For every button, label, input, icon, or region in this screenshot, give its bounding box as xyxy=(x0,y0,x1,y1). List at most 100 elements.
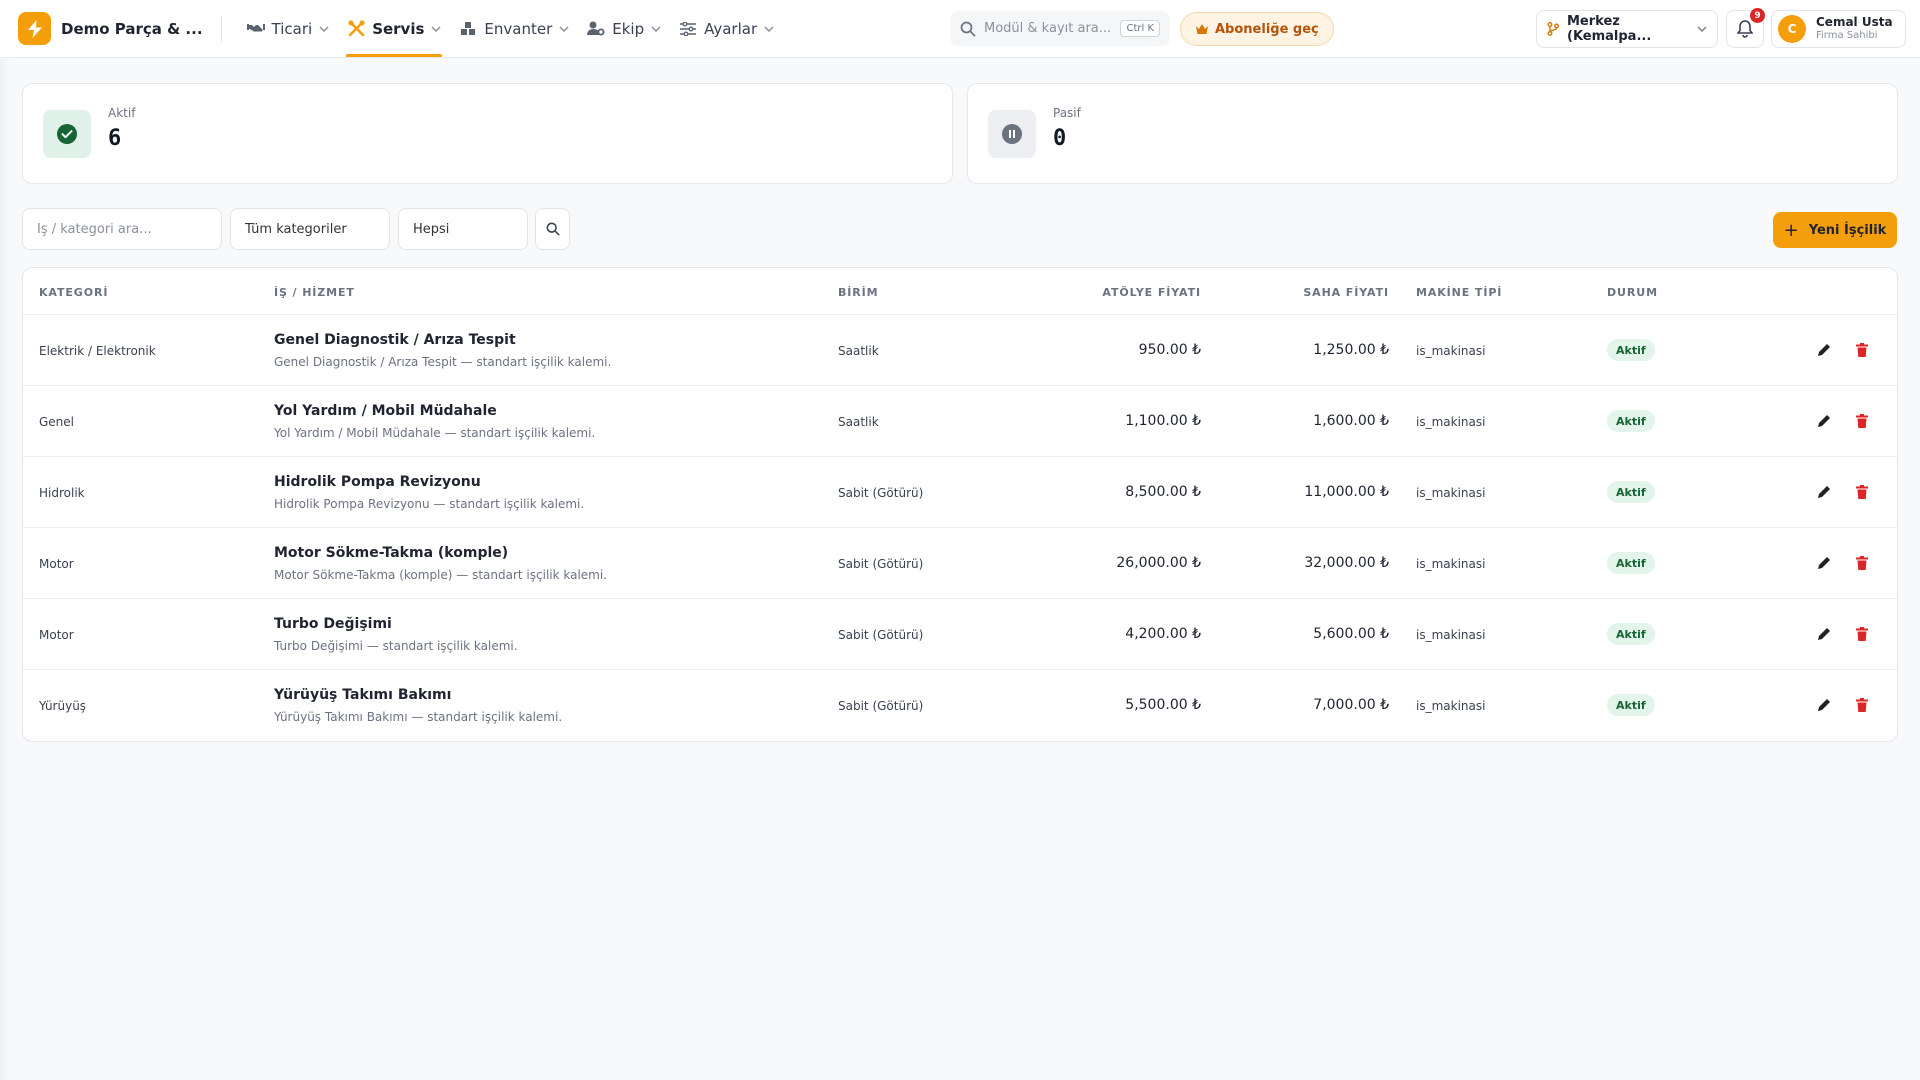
cell-machine-type: is_makinasi xyxy=(1416,699,1486,713)
cell-workshop-price: 1,100.00 ₺ xyxy=(1125,413,1201,429)
user-role: Firma Sahibi xyxy=(1816,30,1878,42)
branch-label: Merkez (Kemalpa... xyxy=(1567,14,1652,44)
brand[interactable]: Demo Parça & ... xyxy=(0,0,203,57)
cell-field-price: 11,000.00 ₺ xyxy=(1304,484,1389,500)
stat-card-active: Aktif 6 xyxy=(22,83,953,184)
stat-passive-label: Pasif xyxy=(1053,106,1081,120)
pencil-edit-icon[interactable] xyxy=(1815,625,1833,643)
page-edge-shadow xyxy=(0,59,10,1080)
trash-delete-icon[interactable] xyxy=(1853,696,1871,714)
cell-workshop-price: 5,500.00 ₺ xyxy=(1125,697,1201,713)
status-select-value: Hepsi xyxy=(413,221,450,237)
table-header: KATEGORİ İŞ / HİZMET BİRİM ATÖLYE FİYATI… xyxy=(23,268,1897,315)
nav-label: Ayarlar xyxy=(704,19,758,38)
cell-job-title: Yürüyüş Takımı Bakımı xyxy=(274,687,452,703)
brand-name: Demo Parça & ... xyxy=(61,19,203,38)
global-search[interactable]: Ctrl K xyxy=(950,11,1170,46)
cell-category: Motor xyxy=(39,628,74,642)
cell-workshop-price: 4,200.00 ₺ xyxy=(1125,626,1201,642)
col-header-status: DURUM xyxy=(1607,286,1658,299)
cell-unit: Sabit (Götürü) xyxy=(838,486,924,500)
warehouse-icon xyxy=(459,20,477,38)
table-row[interactable]: Yürüyüş Yürüyüş Takımı Bakımı Yürüyüş Ta… xyxy=(23,670,1897,741)
cell-job-title: Motor Sökme-Takma (komple) xyxy=(274,545,509,561)
cell-field-price: 32,000.00 ₺ xyxy=(1304,555,1389,571)
user-menu[interactable]: C Cemal Usta Firma Sahibi xyxy=(1771,10,1906,48)
cell-unit: Saatlik xyxy=(838,415,879,429)
cell-unit: Sabit (Götürü) xyxy=(838,557,924,571)
cell-job-desc: Hidrolik Pompa Revizyonu — standart işçi… xyxy=(274,497,585,511)
cell-field-price: 7,000.00 ₺ xyxy=(1313,697,1389,713)
cell-job-desc: Yürüyüş Takımı Bakımı — standart işçilik… xyxy=(274,710,563,724)
crown-icon xyxy=(1195,23,1209,35)
lightning-logo-icon xyxy=(18,12,51,45)
cell-workshop-price: 8,500.00 ₺ xyxy=(1125,484,1201,500)
pencil-edit-icon[interactable] xyxy=(1815,696,1833,714)
cell-job-desc: Yol Yardım / Mobil Müdahale — standart i… xyxy=(274,426,596,440)
table-row[interactable]: Elektrik / Elektronik Genel Diagnostik /… xyxy=(23,315,1897,386)
stat-active-label: Aktif xyxy=(108,106,136,120)
trash-delete-icon[interactable] xyxy=(1853,625,1871,643)
col-header-job: İŞ / HİZMET xyxy=(274,286,355,299)
branch-selector[interactable]: Merkez (Kemalpa... xyxy=(1536,10,1718,48)
trash-delete-icon[interactable] xyxy=(1853,341,1871,359)
cell-machine-type: is_makinasi xyxy=(1416,415,1486,429)
job-search-field[interactable] xyxy=(22,208,222,250)
cell-unit: Saatlik xyxy=(838,344,879,358)
pencil-edit-icon[interactable] xyxy=(1815,483,1833,501)
subscribe-label: Aboneliğe geç xyxy=(1215,21,1319,37)
status-select[interactable]: Hepsi xyxy=(398,208,528,250)
notifications-button[interactable]: 9 xyxy=(1726,8,1765,48)
col-header-machine-type: MAKİNE TİPİ xyxy=(1416,286,1503,299)
trash-delete-icon[interactable] xyxy=(1853,554,1871,572)
nav-label: Ekip xyxy=(612,19,645,38)
cell-job-title: Hidrolik Pompa Revizyonu xyxy=(274,474,481,490)
pause-circle-icon xyxy=(988,109,1036,158)
notification-count-badge: 9 xyxy=(1750,8,1765,23)
filter-search-button[interactable] xyxy=(535,208,570,250)
cell-category: Elektrik / Elektronik xyxy=(39,344,156,358)
subscribe-button[interactable]: Aboneliğe geç xyxy=(1180,12,1334,46)
cell-job-title: Genel Diagnostik / Arıza Tespit xyxy=(274,332,516,348)
pencil-edit-icon[interactable] xyxy=(1815,341,1833,359)
new-labor-button[interactable]: + Yeni İşçilik xyxy=(1773,212,1897,248)
tools-icon xyxy=(347,20,365,38)
cell-machine-type: is_makinasi xyxy=(1416,557,1486,571)
cell-job-desc: Turbo Değişimi — standart işçilik kalemi… xyxy=(274,639,518,653)
pencil-edit-icon[interactable] xyxy=(1815,554,1833,572)
trash-delete-icon[interactable] xyxy=(1853,412,1871,430)
table-row[interactable]: Motor Motor Sökme-Takma (komple) Motor S… xyxy=(23,528,1897,599)
nav-label: Ticari xyxy=(271,19,313,38)
cell-workshop-price: 950.00 ₺ xyxy=(1138,342,1201,358)
job-search-input[interactable] xyxy=(37,221,207,237)
sliders-icon xyxy=(679,20,697,38)
table-row[interactable]: Genel Yol Yardım / Mobil Müdahale Yol Ya… xyxy=(23,386,1897,457)
cell-job-desc: Genel Diagnostik / Arıza Tespit — standa… xyxy=(274,355,612,369)
nav-item-envanter[interactable]: Envanter xyxy=(452,0,576,57)
nav-item-ekip[interactable]: Ekip xyxy=(580,0,668,57)
status-badge: Aktif xyxy=(1607,552,1655,574)
trash-delete-icon[interactable] xyxy=(1853,483,1871,501)
category-select-value: Tüm kategoriler xyxy=(245,221,347,237)
category-select[interactable]: Tüm kategoriler xyxy=(230,208,390,250)
search-icon xyxy=(546,222,560,236)
nav-item-ticari[interactable]: Ticari xyxy=(240,0,337,57)
cell-field-price: 1,250.00 ₺ xyxy=(1313,342,1389,358)
plus-icon: + xyxy=(1783,219,1799,241)
status-badge: Aktif xyxy=(1607,623,1655,645)
chevron-down-icon xyxy=(319,25,329,32)
pencil-edit-icon[interactable] xyxy=(1815,412,1833,430)
cell-category: Genel xyxy=(39,415,75,429)
col-header-workshop-price: ATÖLYE FİYATI xyxy=(1102,286,1201,299)
chevron-down-icon xyxy=(559,25,569,32)
nav-item-servis[interactable]: Servis xyxy=(340,0,448,57)
table-row[interactable]: Hidrolik Hidrolik Pompa Revizyonu Hidrol… xyxy=(23,457,1897,528)
user-info: Cemal Usta Firma Sahibi xyxy=(1816,16,1893,42)
chevron-down-icon xyxy=(651,25,661,32)
table-row[interactable]: Motor Turbo Değişimi Turbo Değişimi — st… xyxy=(23,599,1897,670)
cell-machine-type: is_makinasi xyxy=(1416,344,1486,358)
col-header-unit: BİRİM xyxy=(838,286,879,299)
cell-unit: Sabit (Götürü) xyxy=(838,699,924,713)
global-search-input[interactable] xyxy=(984,21,1114,36)
nav-item-ayarlar[interactable]: Ayarlar xyxy=(672,0,781,57)
